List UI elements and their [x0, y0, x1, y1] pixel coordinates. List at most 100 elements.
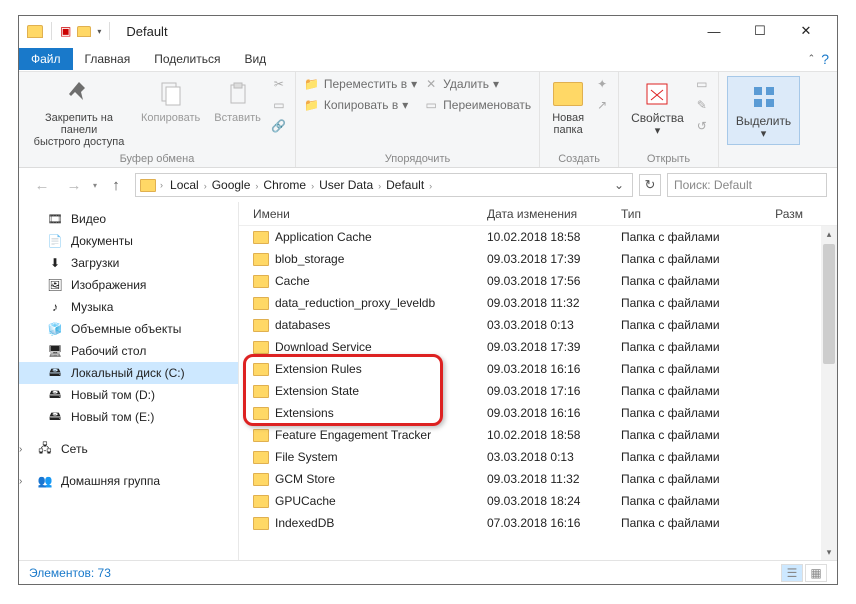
view-details-button[interactable]: ☰ [781, 564, 803, 582]
help-icon[interactable]: ? [821, 51, 829, 67]
select-button[interactable]: Выделить▾ [727, 76, 800, 145]
folder-row[interactable]: File System03.03.2018 0:13Папка с файлам… [239, 446, 837, 468]
crumb-google[interactable]: Google [209, 178, 254, 192]
col-date-header[interactable]: Дата изменения [487, 207, 621, 221]
clipboard-mini: ✂ ▭ 🔗 [271, 76, 287, 134]
folder-row[interactable]: Feature Engagement Tracker10.02.2018 18:… [239, 424, 837, 446]
qat-dropdown-icon[interactable]: ▾ [97, 27, 101, 36]
folder-icon [253, 473, 269, 486]
chevron-right-icon[interactable]: › [202, 181, 209, 191]
nav-homegroup[interactable]: ›👥Домашняя группа [19, 470, 238, 492]
tab-share[interactable]: Поделиться [142, 48, 232, 70]
folder-icon [253, 495, 269, 508]
crumb-local[interactable]: Local [167, 178, 202, 192]
nav-back-button[interactable]: ← [29, 172, 55, 198]
folder-icon [253, 319, 269, 332]
folder-row[interactable]: Extension State09.03.2018 17:16Папка с ф… [239, 380, 837, 402]
folder-row[interactable]: Extension Rules09.03.2018 16:16Папка с ф… [239, 358, 837, 380]
copy-to-button[interactable]: 📁Копировать в ▾ [304, 97, 417, 113]
folder-icon [253, 341, 269, 354]
nav-forward-button[interactable]: → [61, 172, 87, 198]
folder-row[interactable]: data_reduction_proxy_leveldb09.03.2018 1… [239, 292, 837, 314]
close-button[interactable]: ✕ [783, 16, 829, 46]
nav-history-dropdown[interactable]: ▾ [93, 181, 97, 190]
edit-icon: ✎ [694, 97, 710, 113]
nav-item-изображения[interactable]: 🖼Изображения [19, 274, 238, 296]
folder-row[interactable]: Download Service09.03.2018 17:39Папка с … [239, 336, 837, 358]
nav-item-новый-том-e-[interactable]: 🖴Новый том (E:) [19, 406, 238, 428]
move-to-button[interactable]: 📁Переместить в ▾ [304, 76, 417, 92]
nav-item-новый-том-d-[interactable]: 🖴Новый том (D:) [19, 384, 238, 406]
nav-item-объемные-объекты[interactable]: 🧊Объемные объекты [19, 318, 238, 340]
folder-icon [253, 231, 269, 244]
homegroup-icon: 👥 [37, 473, 53, 489]
move-to-icon: 📁 [304, 76, 320, 92]
folder-row[interactable]: Application Cache10.02.2018 18:58Папка с… [239, 226, 837, 248]
tab-file[interactable]: Файл [19, 48, 73, 70]
refresh-button[interactable]: ↻ [639, 174, 661, 196]
music-icon: ♪ [47, 299, 63, 315]
maximize-button[interactable]: ☐ [737, 16, 783, 46]
item-count: Элементов: 73 [29, 566, 111, 580]
nav-up-button[interactable]: ↑ [103, 172, 129, 198]
crumb-chrome[interactable]: Chrome [260, 178, 309, 192]
ribbon-collapse-icon[interactable]: ⌃ [808, 53, 816, 64]
folder-icon [253, 451, 269, 464]
folder-icon [253, 275, 269, 288]
column-headers[interactable]: Имени Дата изменения Тип Разм [239, 202, 837, 226]
nav-item-локальный-диск-c-[interactable]: 🖴Локальный диск (C:) [19, 362, 238, 384]
view-icons-button[interactable]: ▦ [805, 564, 827, 582]
nav-item-музыка[interactable]: ♪Музыка [19, 296, 238, 318]
drive-icon: 🖴 [47, 365, 63, 381]
chevron-right-icon[interactable]: › [427, 181, 434, 191]
easy-access-icon: ↗ [594, 97, 610, 113]
drive-icon: 🖴 [47, 387, 63, 403]
status-bar: Элементов: 73 ☰ ▦ [19, 560, 837, 584]
tab-view[interactable]: Вид [232, 48, 278, 70]
desktop-icon: 🖥 [47, 343, 63, 359]
download-icon: ⬇ [47, 255, 63, 271]
crumb-default[interactable]: Default [383, 178, 427, 192]
nav-network[interactable]: ›🖧Сеть [19, 438, 238, 460]
rename-button[interactable]: ▭Переименовать [423, 97, 531, 113]
address-dropdown-icon[interactable]: ⌄ [610, 178, 628, 192]
folder-row[interactable]: databases03.03.2018 0:13Папка с файлами [239, 314, 837, 336]
folder-row[interactable]: Cache09.03.2018 17:56Папка с файлами [239, 270, 837, 292]
folder-icon [253, 253, 269, 266]
nav-item-загрузки[interactable]: ⬇Загрузки [19, 252, 238, 274]
cut-icon: ✂ [271, 76, 287, 92]
col-size-header[interactable]: Разм [749, 207, 809, 221]
paste-button[interactable]: Вставить [210, 76, 265, 126]
folder-row[interactable]: blob_storage09.03.2018 17:39Папка с файл… [239, 248, 837, 270]
folder-icon [27, 25, 43, 38]
folder-icon [253, 363, 269, 376]
scroll-down-icon[interactable]: ▾ [821, 544, 837, 560]
group-clipboard: Закрепить на панели быстрого доступа Коп… [19, 72, 296, 167]
nav-item-видео[interactable]: 🎞Видео [19, 208, 238, 230]
scroll-thumb[interactable] [823, 244, 835, 364]
nav-item-документы[interactable]: 📄Документы [19, 230, 238, 252]
file-list: Имени Дата изменения Тип Разм ▴ ▾ Applic… [239, 202, 837, 560]
doc-icon: 📄 [47, 233, 63, 249]
folder-row[interactable]: GPUCache09.03.2018 18:24Папка с файлами [239, 490, 837, 512]
pin-button[interactable]: Закрепить на панели быстрого доступа [27, 76, 131, 150]
search-input[interactable]: Поиск: Default [667, 173, 827, 197]
properties-button[interactable]: Свойства▾ [627, 76, 688, 139]
scroll-up-icon[interactable]: ▴ [821, 226, 837, 242]
folder-row[interactable]: GCM Store09.03.2018 11:32Папка с файлами [239, 468, 837, 490]
col-type-header[interactable]: Тип [621, 207, 749, 221]
qat-properties-icon[interactable]: ▣ [60, 24, 71, 38]
delete-button[interactable]: ✕Удалить ▾ [423, 76, 531, 92]
scrollbar[interactable]: ▴ ▾ [821, 226, 837, 560]
new-folder-button[interactable]: Новая папка [548, 76, 588, 138]
folder-row[interactable]: Extensions09.03.2018 16:16Папка с файлам… [239, 402, 837, 424]
breadcrumb[interactable]: › Local›Google›Chrome›User Data›Default›… [135, 173, 633, 197]
folder-row[interactable]: IndexedDB07.03.2018 16:16Папка с файлами [239, 512, 837, 534]
minimize-button[interactable]: — [691, 16, 737, 46]
col-name-header[interactable]: Имени [239, 207, 487, 221]
tab-home[interactable]: Главная [73, 48, 143, 70]
nav-item-рабочий-стол[interactable]: 🖥Рабочий стол [19, 340, 238, 362]
crumb-user-data[interactable]: User Data [316, 178, 376, 192]
copy-button[interactable]: Копировать [137, 76, 204, 126]
qat-open-icon[interactable] [77, 26, 91, 37]
